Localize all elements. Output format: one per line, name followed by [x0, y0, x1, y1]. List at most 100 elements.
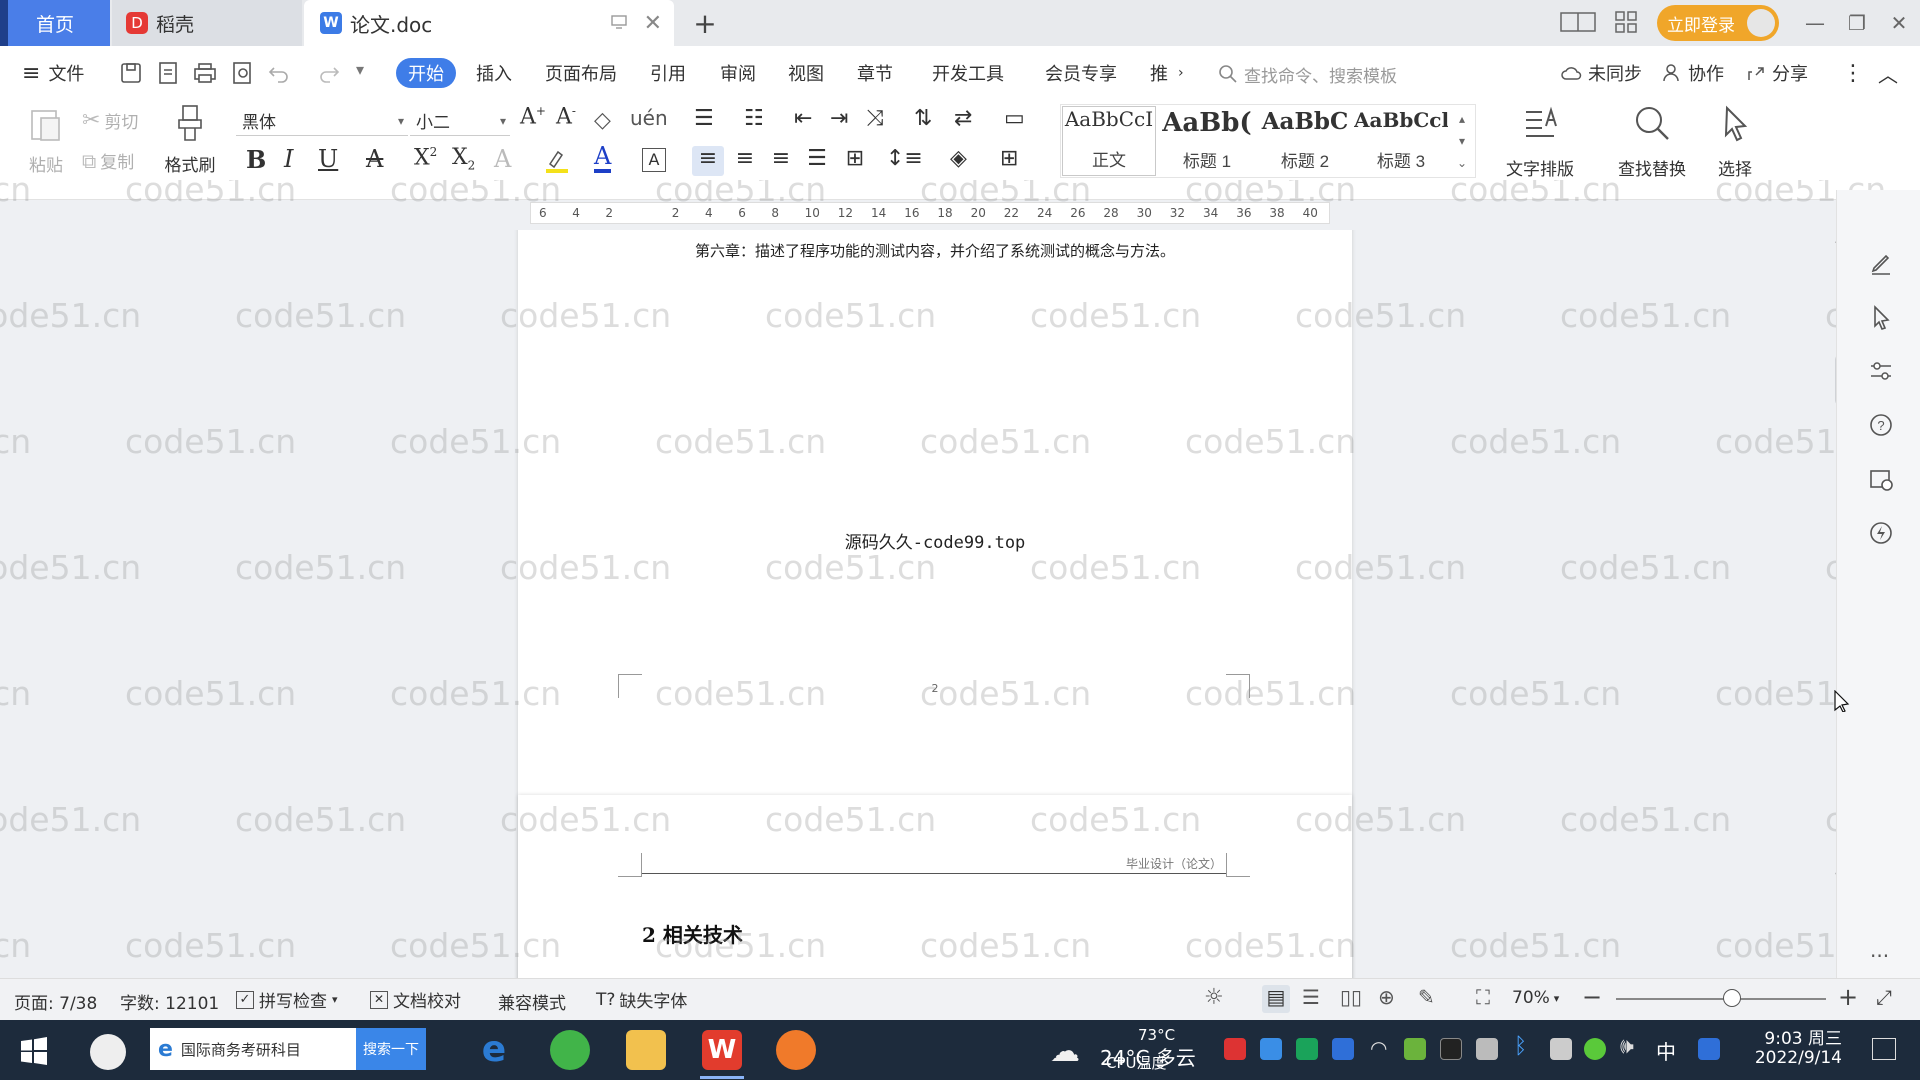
- zoom-slider-knob[interactable]: [1722, 989, 1741, 1007]
- shading-icon[interactable]: ◈: [950, 146, 990, 176]
- fullscreen-icon[interactable]: ⤢: [1876, 985, 1892, 1009]
- superscript-icon[interactable]: X2: [414, 145, 437, 170]
- format-painter-button[interactable]: 格式刷: [160, 104, 220, 176]
- collapse-ribbon-icon[interactable]: ︿: [1878, 56, 1898, 90]
- menu-developer[interactable]: 开发工具: [932, 56, 1004, 90]
- font-size-select[interactable]: 小二 ▾: [410, 106, 510, 136]
- help-icon[interactable]: ?: [1868, 412, 1894, 438]
- recorder-app-icon[interactable]: [776, 1030, 816, 1070]
- volume-icon[interactable]: 🕪: [1620, 1034, 1634, 1059]
- ie-browser-icon[interactable]: e: [474, 1030, 514, 1070]
- notification-center-icon[interactable]: [1872, 1038, 1896, 1060]
- share-button[interactable]: 分享: [1746, 56, 1808, 90]
- wifi-icon[interactable]: ◠: [1370, 1036, 1387, 1060]
- text-direction-icon[interactable]: ⇄: [954, 106, 988, 134]
- align-left-icon[interactable]: ≡: [692, 146, 724, 176]
- close-window-icon[interactable]: ✕: [1884, 8, 1914, 38]
- tray-qq-icon[interactable]: [1440, 1038, 1462, 1060]
- clock-date[interactable]: 2022/9/14: [1746, 1048, 1842, 1068]
- menu-references[interactable]: 引用: [650, 56, 686, 90]
- new-tab-button[interactable]: +: [690, 7, 720, 40]
- menu-chapter[interactable]: 章节: [857, 56, 893, 90]
- cut-button[interactable]: ✂ 剪切: [82, 108, 138, 133]
- paste-button[interactable]: 粘贴: [20, 106, 72, 176]
- write-view-icon[interactable]: ✎: [1418, 985, 1435, 1009]
- collaborate-button[interactable]: 协作: [1662, 56, 1724, 90]
- zoom-select[interactable]: 70% ▾: [1512, 988, 1559, 1008]
- horizontal-ruler[interactable]: 6 4 2 2 4 6 8 10 12 14 16 18 20 22 24 26 28 30 32 34 36 38 40: [530, 202, 1330, 224]
- more-options-icon[interactable]: ⋮: [1842, 56, 1864, 90]
- login-button[interactable]: 立即登录: [1657, 5, 1779, 41]
- fit-page-icon[interactable]: ⛶: [1476, 985, 1490, 1009]
- text-layout-button[interactable]: 文字排版: [1492, 104, 1588, 180]
- more-dots-icon[interactable]: ···: [1870, 944, 1889, 968]
- select-button[interactable]: 选择: [1690, 104, 1780, 180]
- pointer-icon[interactable]: [1868, 304, 1894, 330]
- tray-q-icon[interactable]: [1698, 1038, 1720, 1060]
- tray-green-icon[interactable]: [1584, 1038, 1606, 1060]
- font-name-select[interactable]: 黑体 ▾: [236, 106, 408, 136]
- menu-page-layout[interactable]: 页面布局: [545, 56, 617, 90]
- undo-icon[interactable]: [266, 60, 292, 86]
- zoom-out-icon[interactable]: −: [1582, 983, 1602, 1011]
- grow-font-icon[interactable]: A+: [520, 104, 546, 129]
- tray-usb-icon[interactable]: [1550, 1038, 1572, 1060]
- layout-toggle-icon[interactable]: [1560, 10, 1596, 34]
- outline-view-icon[interactable]: ☰: [1302, 985, 1320, 1009]
- tray-app-icon[interactable]: [1224, 1038, 1246, 1060]
- chinese-layout-icon[interactable]: ⤨: [866, 106, 900, 134]
- close-tab-icon[interactable]: ✕: [644, 11, 662, 36]
- tab-home[interactable]: 首页: [0, 0, 110, 92]
- settings-sliders-icon[interactable]: [1868, 358, 1894, 384]
- zoom-in-icon[interactable]: +: [1838, 983, 1858, 1011]
- bold-icon[interactable]: B: [246, 145, 266, 174]
- styles-scroll-icon[interactable]: ▴ ▾ ⌄: [1454, 108, 1470, 174]
- windows-start-icon[interactable]: [20, 1037, 48, 1065]
- print-preview-icon[interactable]: [230, 60, 256, 86]
- tray-app-icon[interactable]: [1296, 1038, 1318, 1060]
- document-canvas[interactable]: 第六章：描述了程序功能的测试内容，并介绍了系统测试的概念与方法。 源码久久-co…: [0, 230, 1836, 978]
- taskbar-search-button[interactable]: 搜索一下: [356, 1028, 426, 1070]
- underline-icon[interactable]: U: [318, 145, 338, 173]
- file-menu[interactable]: ≡ 文件: [22, 56, 84, 90]
- proofread-button[interactable]: ✕ 文档校对: [370, 987, 461, 1012]
- justify-icon[interactable]: ☰: [802, 146, 832, 176]
- clear-format-icon[interactable]: ◇: [594, 108, 611, 133]
- find-replace-button[interactable]: 查找替换: [1604, 104, 1700, 180]
- character-border-icon[interactable]: A: [642, 148, 666, 172]
- redo-icon[interactable]: [316, 60, 342, 86]
- wps-office-icon[interactable]: W: [702, 1030, 742, 1070]
- zoom-slider[interactable]: [1616, 989, 1826, 1007]
- eye-protection-icon[interactable]: ☼: [1204, 985, 1224, 1010]
- file-explorer-icon[interactable]: [626, 1030, 666, 1070]
- tray-battery-icon[interactable]: [1476, 1038, 1498, 1060]
- taskbar-search-box[interactable]: e 国际商务考研科目 搜索一下: [150, 1028, 426, 1070]
- borders-icon[interactable]: ⊞: [1000, 146, 1040, 176]
- quick-access-dropdown-icon[interactable]: ▾: [356, 60, 382, 86]
- bullet-list-icon[interactable]: ☰: [694, 106, 728, 134]
- subscript-icon[interactable]: X2: [452, 145, 475, 172]
- style-heading3[interactable]: AaBbCcl 标题 3: [1354, 108, 1448, 176]
- shrink-font-icon[interactable]: A-: [556, 104, 576, 129]
- pen-icon[interactable]: [1868, 250, 1894, 276]
- italic-icon[interactable]: I: [284, 145, 293, 173]
- backup-icon[interactable]: [1868, 466, 1894, 492]
- style-heading2[interactable]: AaBbC 标题 2: [1258, 108, 1352, 176]
- feature-icon[interactable]: [1868, 520, 1894, 546]
- command-search[interactable]: 查找命令、搜索模板: [1218, 60, 1397, 88]
- phonetic-guide-icon[interactable]: uén: [630, 106, 668, 130]
- increase-indent-icon[interactable]: ⇥: [830, 106, 858, 134]
- copy-button[interactable]: ⧉ 复制: [82, 148, 134, 174]
- page-3[interactable]: 毕业设计（论文） 2 相关技术: [518, 795, 1352, 978]
- tab-daoke[interactable]: D 稻壳: [112, 0, 302, 46]
- ime-indicator[interactable]: 中: [1656, 1036, 1676, 1065]
- web-view-icon[interactable]: ⊕: [1378, 985, 1395, 1009]
- clock-time[interactable]: 9:03 周三: [1756, 1024, 1842, 1049]
- read-view-icon[interactable]: ▯▯: [1340, 985, 1362, 1009]
- sort-icon[interactable]: ⇅: [914, 106, 942, 134]
- highlight-icon[interactable]: [544, 148, 570, 174]
- text-effect-icon[interactable]: A: [494, 145, 511, 173]
- strikethrough-icon[interactable]: A: [366, 145, 383, 173]
- tray-nvidia-icon[interactable]: [1404, 1038, 1426, 1060]
- style-heading1[interactable]: AaBb( 标题 1: [1160, 108, 1254, 176]
